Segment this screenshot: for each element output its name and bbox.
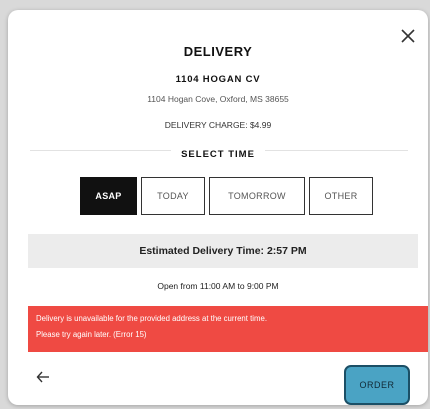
address-line: 1104 Hogan Cove, Oxford, MS 38655 <box>147 94 289 104</box>
modal-title: DELIVERY <box>183 44 253 59</box>
open-hours: Open from 11:00 AM to 9:00 PM <box>157 281 279 291</box>
time-option-today[interactable]: TODAY <box>141 177 205 215</box>
select-time-heading: SELECT TIME <box>8 144 428 162</box>
close-icon[interactable] <box>400 28 416 44</box>
arrow-left-icon[interactable] <box>36 370 50 384</box>
select-time-label: SELECT TIME <box>171 149 265 160</box>
time-option-tomorrow[interactable]: TOMORROW <box>209 177 305 215</box>
delivery-charge: DELIVERY CHARGE: $4.99 <box>164 120 272 130</box>
time-option-other[interactable]: OTHER <box>309 177 373 215</box>
time-option-asap[interactable]: ASAP <box>80 177 137 215</box>
error-message-line2: Please try again later. (Error 15) <box>36 330 147 339</box>
delivery-modal: DELIVERY 1104 HOGAN CV 1104 Hogan Cove, … <box>8 10 428 405</box>
error-message-line1: Delivery is unavailable for the provided… <box>36 314 267 323</box>
order-button[interactable]: ORDER <box>344 365 410 405</box>
address-name: 1104 HOGAN CV <box>175 74 261 85</box>
error-banner: Delivery is unavailable for the provided… <box>28 306 428 352</box>
estimated-delivery-time: Estimated Delivery Time: 2:57 PM <box>28 234 418 268</box>
time-options: ASAP TODAY TOMORROW OTHER <box>80 177 373 215</box>
